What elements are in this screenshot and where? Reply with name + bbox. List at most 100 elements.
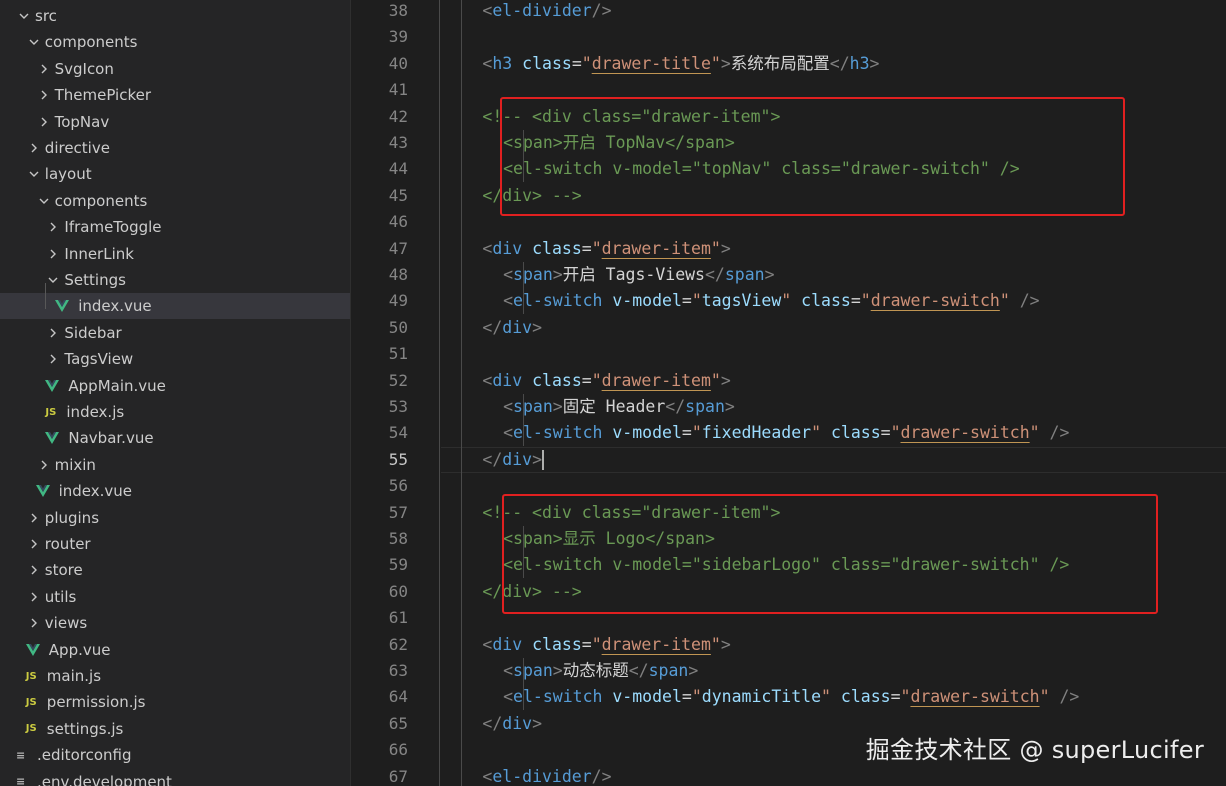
line-number: 40 bbox=[388, 53, 408, 73]
code-token: < bbox=[482, 634, 493, 654]
tree-folder[interactable]: SvgIcon bbox=[0, 56, 350, 82]
code-token: " bbox=[691, 423, 702, 443]
code-token: </ bbox=[829, 53, 850, 73]
tree-folder[interactable]: Sidebar bbox=[0, 320, 350, 346]
code-editor[interactable]: 38 <el-divider/> 39 40 <h3 class="drawer-tit… bbox=[351, 0, 1226, 786]
tree-folder[interactable]: mixin bbox=[0, 452, 350, 478]
tree-folder[interactable]: router bbox=[0, 531, 350, 557]
chevron-down-icon[interactable] bbox=[26, 161, 42, 187]
tree-folder[interactable]: src bbox=[0, 3, 350, 29]
tree-item-label: ThemePicker bbox=[54, 86, 152, 105]
chevron-right-icon[interactable] bbox=[45, 320, 61, 346]
code-token: div bbox=[492, 370, 523, 390]
tree-item-label: plugins bbox=[44, 508, 100, 527]
chevron-right-icon[interactable] bbox=[36, 56, 52, 82]
tree-folder[interactable]: IframeToggle bbox=[0, 214, 350, 240]
chevron-right-icon[interactable] bbox=[26, 135, 42, 161]
code-line[interactable]: 53 <span>固定 Header</span> bbox=[351, 394, 1226, 420]
code-line[interactable]: 54 <el-switch v-model="fixedHeader" class… bbox=[351, 420, 1226, 446]
tree-folder[interactable]: plugins bbox=[0, 505, 350, 531]
code-token: " bbox=[691, 291, 702, 311]
code-line[interactable]: 39 bbox=[351, 24, 1226, 50]
chevron-right-icon[interactable] bbox=[36, 109, 52, 135]
tree-folder[interactable]: Settings bbox=[0, 267, 350, 293]
tree-folder[interactable]: ThemePicker bbox=[0, 82, 350, 108]
chevron-down-icon[interactable] bbox=[45, 267, 61, 293]
code-token: </ bbox=[482, 449, 503, 469]
tree-item-label: views bbox=[44, 614, 88, 633]
chevron-right-icon[interactable] bbox=[36, 82, 52, 108]
tree-file[interactable]: index.vue bbox=[0, 293, 350, 320]
chevron-right-icon[interactable] bbox=[36, 452, 52, 478]
tree-item-label: components bbox=[54, 191, 148, 210]
code-line[interactable]: 51 bbox=[351, 341, 1226, 367]
code-line[interactable]: 40 <h3 class="drawer-title">系统布局配置</h3> bbox=[351, 51, 1226, 77]
line-number: 51 bbox=[388, 344, 408, 364]
tree-file[interactable]: ≡ .editorconfig bbox=[0, 742, 350, 768]
code-line[interactable]: 62 <div class="drawer-item"> bbox=[351, 632, 1226, 658]
code-line[interactable]: 49 <el-switch v-model="tagsView" class="d… bbox=[351, 288, 1226, 314]
tree-folder[interactable]: InnerLink bbox=[0, 241, 350, 267]
line-number: 49 bbox=[388, 291, 408, 311]
chevron-down-icon[interactable] bbox=[16, 3, 32, 29]
tree-item-label: router bbox=[44, 535, 91, 553]
tree-file[interactable]: JS main.js bbox=[0, 663, 350, 689]
chevron-right-icon[interactable] bbox=[26, 610, 42, 636]
tree-folder[interactable]: views bbox=[0, 610, 350, 636]
code-token: v-model bbox=[612, 423, 682, 443]
code-line[interactable]: 50 </div> bbox=[351, 315, 1226, 341]
text-cursor bbox=[542, 450, 545, 471]
chevron-right-icon[interactable] bbox=[45, 346, 61, 372]
tree-folder[interactable]: store bbox=[0, 557, 350, 583]
tree-file[interactable]: App.vue bbox=[0, 637, 350, 663]
code-line[interactable]: 63 <span>动态标题</span> bbox=[351, 658, 1226, 684]
code-token: = bbox=[571, 53, 582, 73]
tree-folder[interactable]: components bbox=[0, 29, 350, 55]
chevron-down-icon[interactable] bbox=[36, 188, 52, 214]
tree-folder[interactable]: layout bbox=[0, 161, 350, 187]
code-line[interactable]: 47 <div class="drawer-item"> bbox=[351, 236, 1226, 262]
code-line[interactable]: 48 <span>开启 Tags-Views</span> bbox=[351, 262, 1226, 288]
code-text: <span>动态标题</span> bbox=[503, 658, 698, 684]
tree-folder[interactable]: directive bbox=[0, 135, 350, 161]
tree-file[interactable]: JS permission.js bbox=[0, 689, 350, 715]
tree-file[interactable]: AppMain.vue bbox=[0, 373, 350, 399]
tree-item-label: src bbox=[35, 7, 57, 25]
tree-file[interactable]: index.vue bbox=[0, 478, 350, 504]
tree-file[interactable]: JS index.js bbox=[0, 399, 350, 425]
tree-folder[interactable]: utils bbox=[0, 584, 350, 610]
code-token: 开启 Tags-Views bbox=[562, 265, 705, 284]
code-line[interactable]: 52 <div class="drawer-item"> bbox=[351, 368, 1226, 394]
tree-file[interactable]: JS settings.js bbox=[0, 716, 350, 742]
code-token: 动态标题 bbox=[562, 661, 629, 680]
code-token: = bbox=[890, 687, 901, 707]
code-token: < bbox=[482, 53, 493, 73]
chevron-down-icon[interactable] bbox=[26, 29, 42, 55]
code-token: div bbox=[492, 634, 523, 654]
code-line[interactable]: 55 </div> bbox=[351, 446, 1226, 473]
tree-folder[interactable]: TagsView bbox=[0, 346, 350, 372]
chevron-right-icon[interactable] bbox=[26, 531, 42, 557]
chevron-right-icon[interactable] bbox=[26, 584, 42, 610]
chevron-right-icon[interactable] bbox=[26, 557, 42, 583]
code-token: drawer-item bbox=[601, 238, 711, 258]
tree-file[interactable]: Navbar.vue bbox=[0, 425, 350, 451]
tree-folder[interactable]: TopNav bbox=[0, 109, 350, 135]
code-token: /> bbox=[591, 1, 612, 20]
code-line[interactable]: 64 <el-switch v-model="dynamicTitle" clas… bbox=[351, 684, 1226, 710]
config-file-icon: ≡ bbox=[16, 775, 26, 786]
code-line[interactable]: 38 <el-divider/> bbox=[351, 0, 1226, 24]
code-token: class bbox=[532, 634, 582, 654]
chevron-right-icon[interactable] bbox=[45, 214, 61, 240]
chevron-right-icon[interactable] bbox=[26, 505, 42, 531]
tree-folder[interactable]: components bbox=[0, 188, 350, 214]
code-line[interactable]: 67 <el-divider/> bbox=[351, 764, 1226, 786]
code-token: " bbox=[781, 291, 792, 311]
line-number: 64 bbox=[388, 687, 408, 707]
line-number: 42 bbox=[388, 106, 408, 126]
chevron-right-icon[interactable] bbox=[45, 241, 61, 267]
code-token: > bbox=[869, 53, 880, 73]
tree-file[interactable]: ≡ .env.development bbox=[0, 769, 350, 786]
